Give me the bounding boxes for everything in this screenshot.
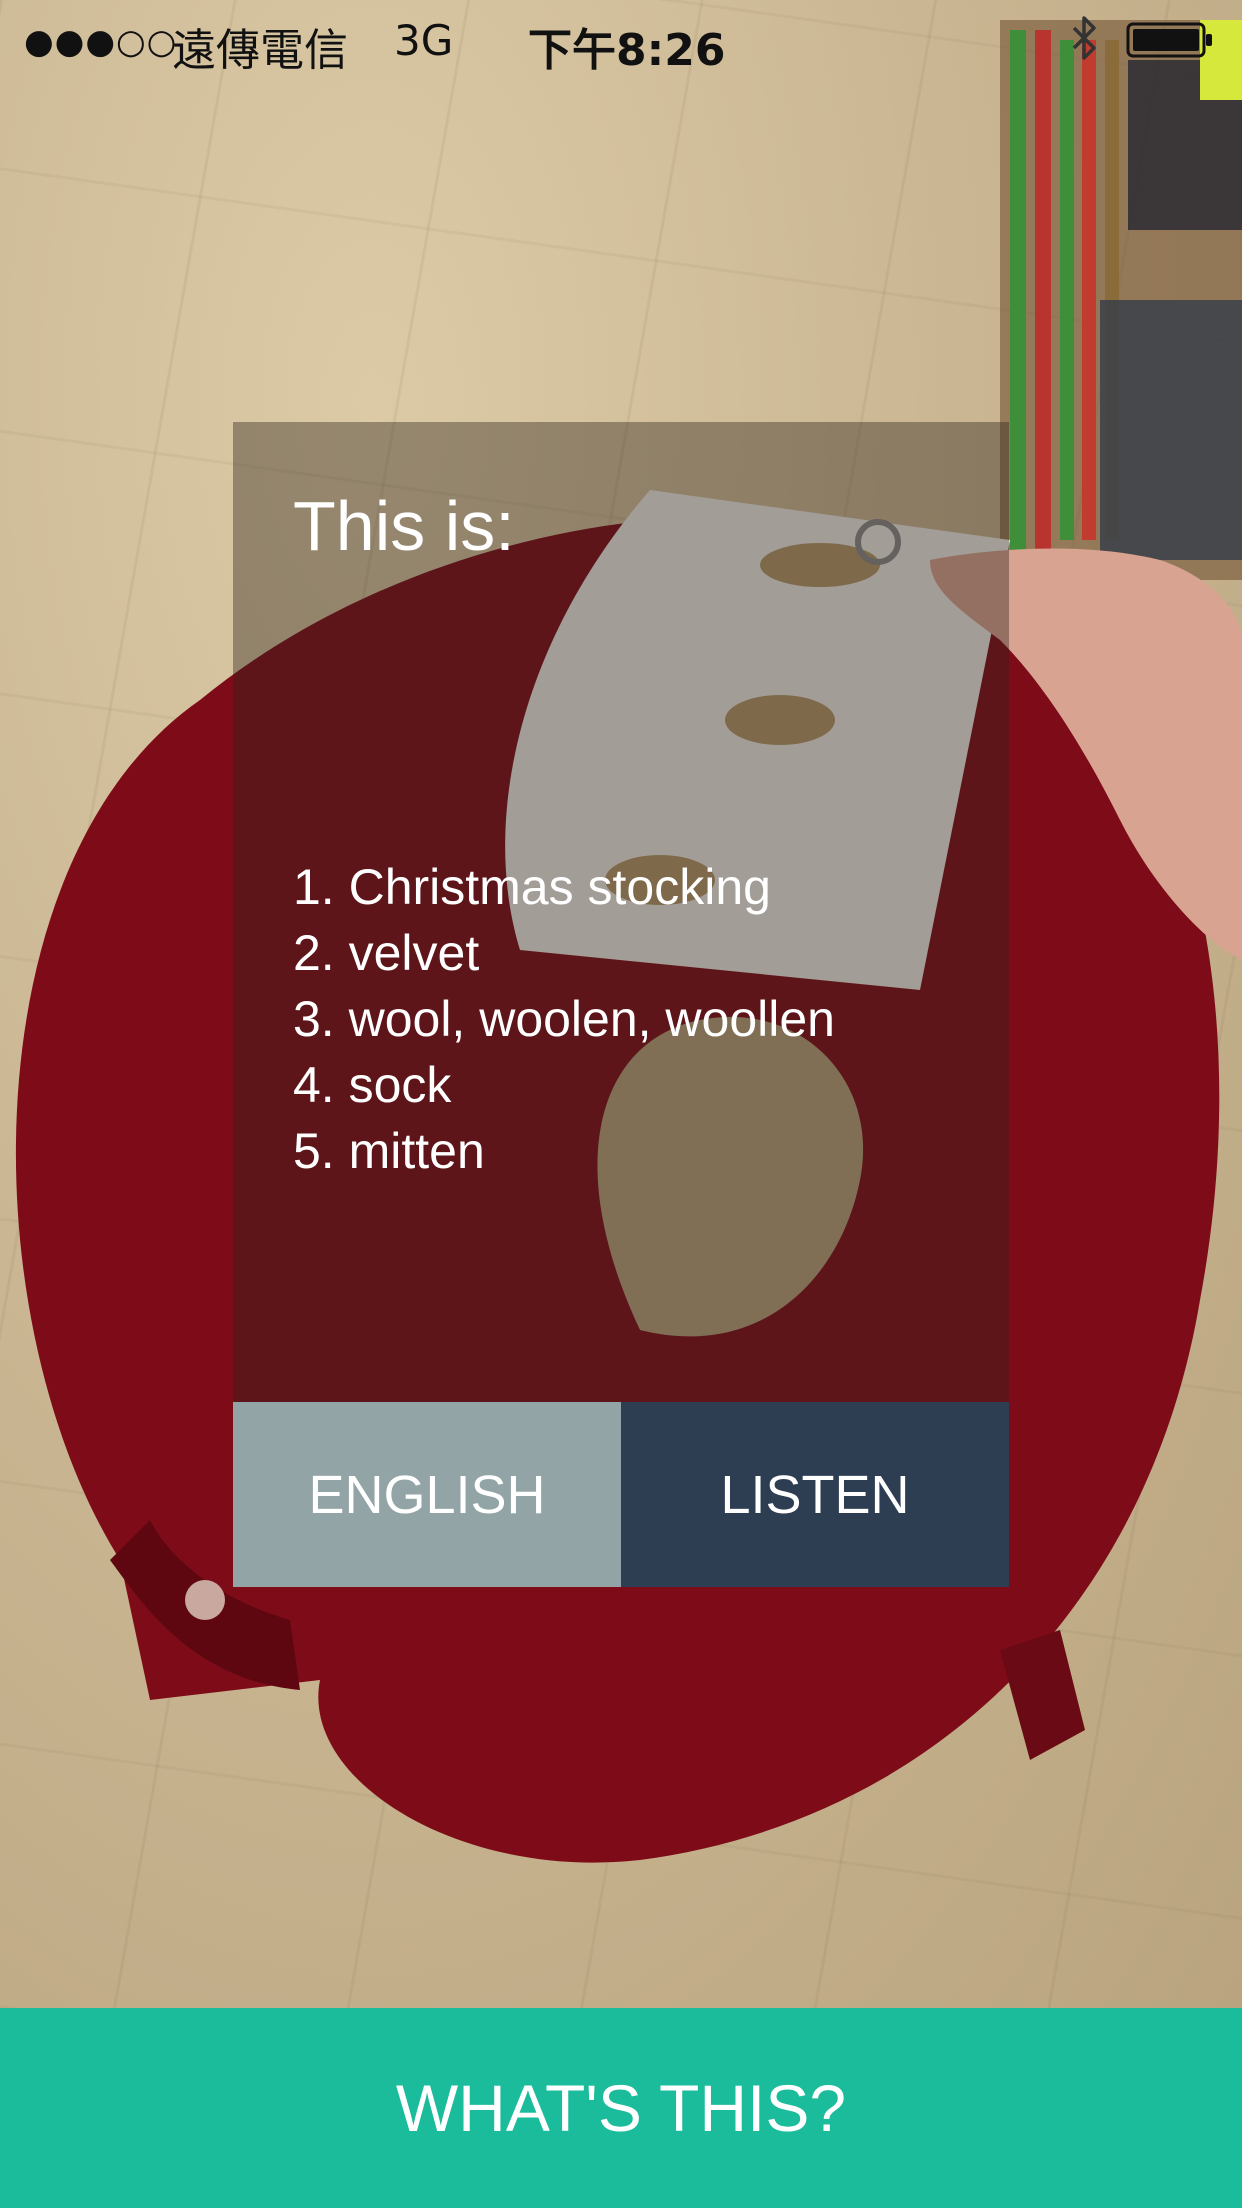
status-bar: ●●●○○ 遠傳電信 3G 下午8:26 (0, 0, 1242, 80)
card-button-row: ENGLISH LISTEN (233, 1402, 1009, 1587)
status-time: 下午8:26 (528, 25, 726, 76)
guess-item: 1. Christmas stocking (293, 859, 771, 915)
listen-button[interactable]: LISTEN (621, 1402, 1009, 1587)
guess-item: 4. sock (293, 1057, 452, 1113)
guess-item: 5. mitten (293, 1123, 485, 1179)
guess-item: 2. velvet (293, 925, 480, 981)
shelf-products (1000, 20, 1242, 580)
battery-icon (1126, 22, 1212, 58)
result-card: This is: 1. Christmas stocking 2. velvet… (233, 422, 1009, 1587)
guess-list: 1. Christmas stocking 2. velvet 3. wool,… (293, 854, 835, 1184)
app-screen: ●●●○○ 遠傳電信 3G 下午8:26 This is: 1. Christm… (0, 0, 1242, 2208)
signal-strength-icon: ●●●○○ (24, 22, 178, 62)
whats-this-button[interactable]: WHAT'S THIS? (0, 2008, 1242, 2208)
result-heading: This is: (293, 487, 515, 565)
network-type: 3G (394, 16, 454, 65)
carrier-name: 遠傳電信 (172, 25, 348, 76)
language-button[interactable]: ENGLISH (233, 1402, 621, 1587)
guess-item: 3. wool, woolen, woollen (293, 991, 835, 1047)
bluetooth-icon (1072, 16, 1096, 60)
